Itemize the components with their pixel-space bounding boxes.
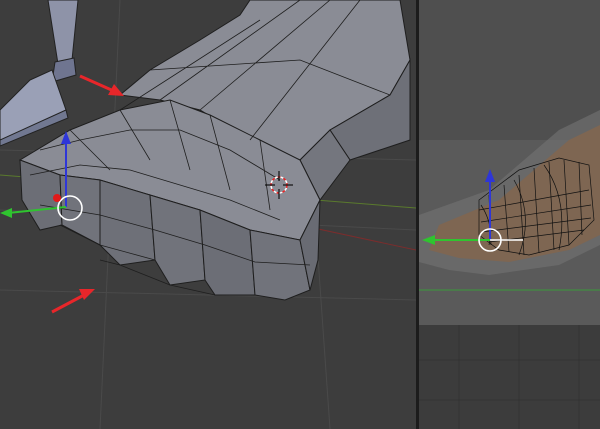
- annotation-arrow-lower: [51, 289, 95, 314]
- left-3d-viewport[interactable]: [0, 0, 416, 429]
- armature-leg: [0, 0, 79, 147]
- annotation-arrow-upper: [79, 74, 124, 96]
- right-3d-viewport[interactable]: [419, 0, 600, 429]
- right-viewport-canvas[interactable]: [419, 0, 600, 429]
- left-viewport-canvas[interactable]: [0, 0, 416, 429]
- foot-mesh: [18, 0, 411, 301]
